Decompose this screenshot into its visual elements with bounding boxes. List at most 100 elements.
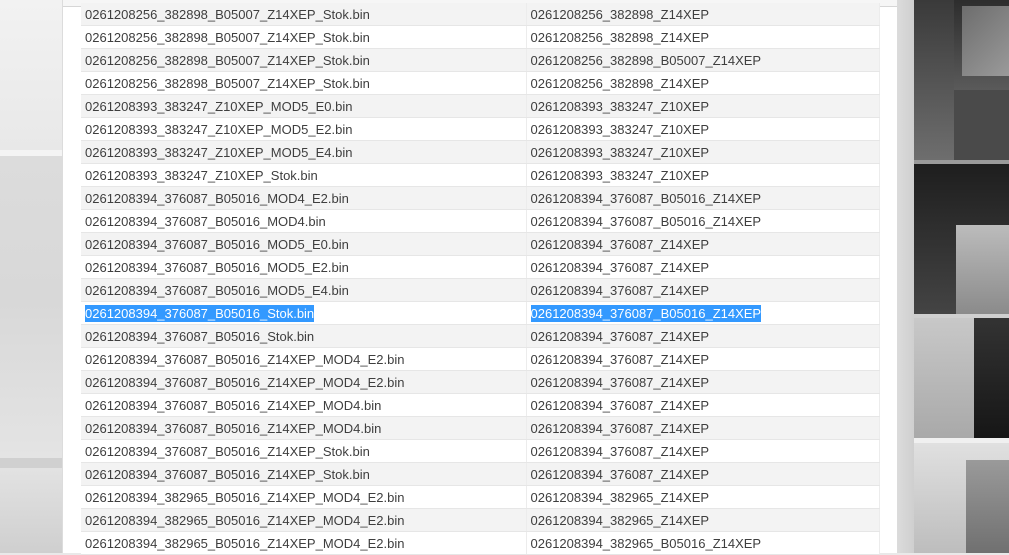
table-row[interactable]: 0261208394_376087_B05016_MOD4.bin 0261208… <box>81 209 880 233</box>
ecu-id-cell[interactable]: 0261208394_376087_Z14XEP <box>526 324 880 348</box>
file-name-cell[interactable]: 0261208256_382898_B05007_Z14XEP_Stok.bin <box>81 3 527 26</box>
ecu-id-text: 0261208393_383247_Z10XEP <box>530 167 710 183</box>
table-row[interactable]: 0261208393_383247_Z10XEP_Stok.bin 0261208… <box>81 163 880 187</box>
ecu-id-cell[interactable]: 0261208393_383247_Z10XEP <box>526 163 880 187</box>
ecu-id-cell[interactable]: 0261208394_376087_Z14XEP <box>526 416 880 440</box>
ecu-id-text: 0261208394_382965_Z14XEP <box>530 512 710 528</box>
table-row[interactable]: 0261208394_376087_B05016_Z14XEP_MOD4.bin… <box>81 393 880 417</box>
ecu-id-cell[interactable]: 0261208393_383247_Z10XEP <box>526 94 880 118</box>
ecu-id-cell[interactable]: 0261208256_382898_B05007_Z14XEP <box>526 48 880 72</box>
ecu-id-cell[interactable]: 0261208394_376087_Z14XEP <box>526 232 880 256</box>
ecu-id-cell[interactable]: 0261208256_382898_Z14XEP <box>526 25 880 49</box>
ecu-id-cell[interactable]: 0261208394_382965_Z14XEP <box>526 508 880 532</box>
file-list-panel: 0261208256_382898_B05007_Z14XEP_Stok.bin… <box>62 0 897 555</box>
file-name-cell[interactable]: 0261208394_382965_B05016_Z14XEP_MOD4_E2.… <box>81 485 527 509</box>
ecu-id-cell[interactable]: 0261208394_376087_Z14XEP <box>526 393 880 417</box>
ecu-id-cell[interactable]: 0261208394_376087_B05016_Z14XEP <box>526 186 880 210</box>
file-name-text: 0261208394_376087_B05016_Z14XEP_Stok.bin <box>85 443 370 459</box>
file-name-cell[interactable]: 0261208256_382898_B05007_Z14XEP_Stok.bin <box>81 25 527 49</box>
table-row[interactable]: 0261208256_382898_B05007_Z14XEP_Stok.bin… <box>81 48 880 72</box>
file-name-cell[interactable]: 0261208394_376087_B05016_Z14XEP_MOD4_E2.… <box>81 347 527 371</box>
table-row[interactable]: 0261208256_382898_B05007_Z14XEP_Stok.bin… <box>81 3 880 26</box>
ecu-id-cell[interactable]: 0261208394_376087_Z14XEP <box>526 462 880 486</box>
file-name-text: 0261208256_382898_B05007_Z14XEP_Stok.bin <box>85 6 370 22</box>
table-row[interactable]: 0261208394_376087_B05016_Z14XEP_Stok.bin… <box>81 462 880 486</box>
ecu-id-cell[interactable]: 0261208393_383247_Z10XEP <box>526 117 880 141</box>
table-row[interactable]: 0261208394_382965_B05016_Z14XEP_MOD4_E2.… <box>81 531 880 555</box>
file-name-cell[interactable]: 0261208394_376087_B05016_Z14XEP_Stok.bin <box>81 462 527 486</box>
table-row[interactable]: 0261208394_382965_B05016_Z14XEP_MOD4_E2.… <box>81 508 880 532</box>
table-row[interactable]: 0261208394_376087_B05016_Z14XEP_MOD4_E2.… <box>81 370 880 394</box>
ecu-id-text: 0261208394_376087_B05016_Z14XEP <box>530 190 762 206</box>
file-name-cell[interactable]: 0261208394_376087_B05016_Z14XEP_Stok.bin <box>81 439 527 463</box>
file-name-text: 0261208394_376087_B05016_Z14XEP_MOD4_E2.… <box>85 351 405 367</box>
table-row[interactable]: 0261208394_376087_B05016_MOD5_E0.bin 0261… <box>81 232 880 256</box>
ecu-id-cell[interactable]: 0261208394_376087_Z14XEP <box>526 370 880 394</box>
table-row[interactable]: 0261208394_376087_B05016_MOD5_E2.bin 0261… <box>81 255 880 279</box>
ecu-id-cell[interactable]: 0261208256_382898_Z14XEP <box>526 71 880 95</box>
ecu-id-cell[interactable]: 0261208394_376087_Z14XEP <box>526 278 880 302</box>
table-row[interactable]: 0261208394_376087_B05016_Z14XEP_MOD4.bin… <box>81 416 880 440</box>
ecu-id-text: 0261208393_383247_Z10XEP <box>530 121 710 137</box>
ecu-id-text: 0261208394_376087_Z14XEP <box>530 259 710 275</box>
table-row[interactable]: 0261208394_376087_B05016_Stok.bin 0261208… <box>81 301 880 325</box>
ecu-id-cell[interactable]: 0261208394_376087_B05016_Z14XEP <box>526 209 880 233</box>
file-list-table: 0261208256_382898_B05007_Z14XEP_Stok.bin… <box>81 3 880 555</box>
file-name-cell[interactable]: 0261208394_376087_B05016_MOD4_E2.bin <box>81 186 527 210</box>
ecu-id-text: 0261208394_376087_Z14XEP <box>530 282 710 298</box>
file-name-cell[interactable]: 0261208256_382898_B05007_Z14XEP_Stok.bin <box>81 48 527 72</box>
file-name-text: 0261208394_376087_B05016_MOD4.bin <box>85 213 326 229</box>
ecu-id-cell[interactable]: 0261208394_376087_Z14XEP <box>526 255 880 279</box>
file-name-cell[interactable]: 0261208393_383247_Z10XEP_MOD5_E4.bin <box>81 140 527 164</box>
file-name-cell[interactable]: 0261208394_382965_B05016_Z14XEP_MOD4_E2.… <box>81 531 527 555</box>
ecu-id-text: 0261208394_376087_Z14XEP <box>530 236 710 252</box>
table-row[interactable]: 0261208393_383247_Z10XEP_MOD5_E2.bin 0261… <box>81 117 880 141</box>
file-name-cell[interactable]: 0261208393_383247_Z10XEP_MOD5_E2.bin <box>81 117 527 141</box>
ecu-id-text: 0261208394_376087_Z14XEP <box>530 351 710 367</box>
table-row[interactable]: 0261208256_382898_B05007_Z14XEP_Stok.bin… <box>81 25 880 49</box>
file-name-cell[interactable]: 0261208394_376087_B05016_Stok.bin <box>81 324 527 348</box>
table-row[interactable]: 0261208393_383247_Z10XEP_MOD5_E4.bin 0261… <box>81 140 880 164</box>
table-row[interactable]: 0261208256_382898_B05007_Z14XEP_Stok.bin… <box>81 71 880 95</box>
file-name-cell[interactable]: 0261208394_376087_B05016_MOD5_E4.bin <box>81 278 527 302</box>
file-name-text: 0261208394_376087_B05016_Z14XEP_MOD4.bin <box>85 397 382 413</box>
table-row[interactable]: 0261208394_376087_B05016_Z14XEP_Stok.bin… <box>81 439 880 463</box>
file-name-text: 0261208393_383247_Z10XEP_MOD5_E4.bin <box>85 144 353 160</box>
file-name-cell[interactable]: 0261208394_376087_B05016_Stok.bin <box>81 301 527 325</box>
ecu-id-cell[interactable]: 0261208394_382965_B05016_Z14XEP <box>526 531 880 555</box>
file-name-cell[interactable]: 0261208394_376087_B05016_Z14XEP_MOD4.bin <box>81 416 527 440</box>
background-left-wall <box>0 0 62 553</box>
ecu-id-cell[interactable]: 0261208256_382898_Z14XEP <box>526 3 880 26</box>
file-name-cell[interactable]: 0261208393_383247_Z10XEP_MOD5_E0.bin <box>81 94 527 118</box>
file-name-text: 0261208394_382965_B05016_Z14XEP_MOD4_E2.… <box>85 489 405 505</box>
file-name-text: 0261208394_376087_B05016_Z14XEP_Stok.bin <box>85 466 370 482</box>
file-name-cell[interactable]: 0261208394_376087_B05016_MOD5_E2.bin <box>81 255 527 279</box>
file-name-text: 0261208394_376087_B05016_Stok.bin <box>85 328 315 344</box>
ecu-id-text: 0261208393_383247_Z10XEP <box>530 98 710 114</box>
table-row[interactable]: 0261208394_382965_B05016_Z14XEP_MOD4_E2.… <box>81 485 880 509</box>
file-name-cell[interactable]: 0261208394_376087_B05016_Z14XEP_MOD4_E2.… <box>81 370 527 394</box>
file-name-cell[interactable]: 0261208394_382965_B05016_Z14XEP_MOD4_E2.… <box>81 508 527 532</box>
ecu-id-cell[interactable]: 0261208394_382965_Z14XEP <box>526 485 880 509</box>
ecu-id-text: 0261208394_382965_B05016_Z14XEP <box>530 535 762 551</box>
table-row[interactable]: 0261208394_376087_B05016_Z14XEP_MOD4_E2.… <box>81 347 880 371</box>
file-name-cell[interactable]: 0261208256_382898_B05007_Z14XEP_Stok.bin <box>81 71 527 95</box>
file-name-cell[interactable]: 0261208394_376087_B05016_Z14XEP_MOD4.bin <box>81 393 527 417</box>
file-name-cell[interactable]: 0261208393_383247_Z10XEP_Stok.bin <box>81 163 527 187</box>
ecu-id-text: 0261208256_382898_B05007_Z14XEP <box>530 52 762 68</box>
table-row[interactable]: 0261208394_376087_B05016_MOD5_E4.bin 0261… <box>81 278 880 302</box>
ecu-id-text: 0261208394_376087_B05016_Z14XEP <box>530 213 762 229</box>
ecu-id-cell[interactable]: 0261208394_376087_Z14XEP <box>526 347 880 371</box>
table-row[interactable]: 0261208394_376087_B05016_Stok.bin 0261208… <box>81 324 880 348</box>
file-name-cell[interactable]: 0261208394_376087_B05016_MOD4.bin <box>81 209 527 233</box>
file-name-text: 0261208394_382965_B05016_Z14XEP_MOD4_E2.… <box>85 512 405 528</box>
file-name-text: 0261208394_376087_B05016_Z14XEP_MOD4.bin <box>85 420 382 436</box>
ecu-id-text: 0261208394_376087_Z14XEP <box>530 420 710 436</box>
ecu-id-cell[interactable]: 0261208394_376087_Z14XEP <box>526 439 880 463</box>
table-row[interactable]: 0261208393_383247_Z10XEP_MOD5_E0.bin 0261… <box>81 94 880 118</box>
ecu-id-cell[interactable]: 0261208394_376087_B05016_Z14XEP <box>526 301 880 325</box>
ecu-id-cell[interactable]: 0261208393_383247_Z10XEP <box>526 140 880 164</box>
table-row[interactable]: 0261208394_376087_B05016_MOD4_E2.bin 0261… <box>81 186 880 210</box>
file-name-cell[interactable]: 0261208394_376087_B05016_MOD5_E0.bin <box>81 232 527 256</box>
ecu-id-text: 0261208394_376087_Z14XEP <box>530 328 710 344</box>
